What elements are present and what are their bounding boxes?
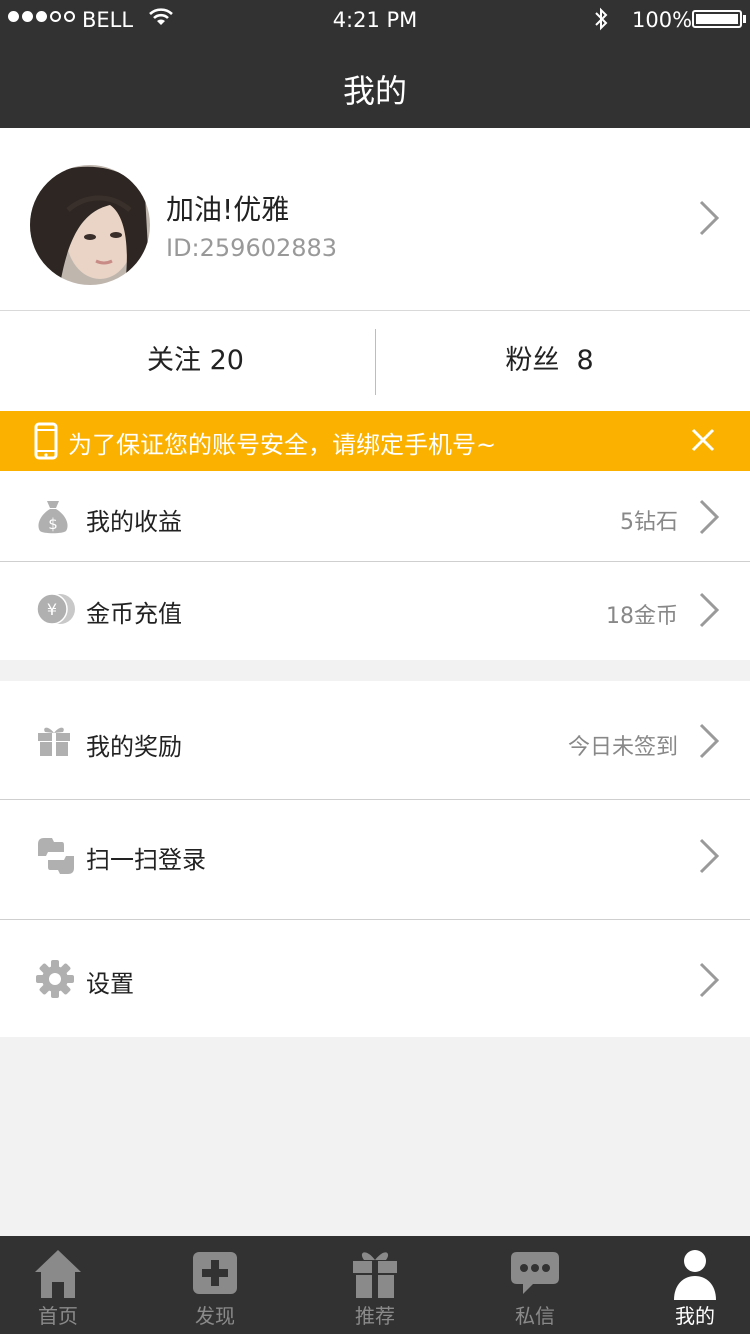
svg-text:¥: ¥	[47, 600, 57, 619]
menu-item-settings[interactable]: 设置	[0, 920, 750, 1037]
menu-item-scan-login[interactable]: 扫一扫登录	[0, 800, 750, 919]
chevron-right-icon	[699, 200, 720, 236]
svg-text:$: $	[48, 515, 58, 533]
profile-card[interactable]: 加油!优雅 ID:259602883	[0, 128, 750, 311]
tab-label: 推荐	[355, 1304, 395, 1328]
phone-icon	[34, 422, 58, 460]
scan-login-label: 扫一扫登录	[86, 846, 206, 874]
battery-icon	[692, 10, 742, 28]
menu-item-recharge[interactable]: ¥ 金币充值 18金币	[0, 562, 750, 660]
menu-item-rewards[interactable]: 我的奖励 今日未签到	[0, 681, 750, 799]
tab-bar: 首页 发现 推荐 私信 我的	[0, 1236, 750, 1334]
chat-bubble-icon	[511, 1252, 559, 1294]
gift-icon	[38, 727, 70, 756]
battery-percentage: 100%	[632, 8, 693, 32]
stats-bar: 关注 20 粉丝 8	[0, 311, 750, 411]
page-title: 我的	[342, 72, 407, 110]
recharge-label: 金币充值	[86, 600, 182, 628]
tab-me[interactable]: 我的	[620, 1236, 750, 1334]
menu-item-earnings[interactable]: $ 我的收益 5钻石	[0, 471, 750, 561]
bluetooth-icon	[595, 7, 608, 31]
tab-home[interactable]: 首页	[0, 1236, 133, 1334]
following-count[interactable]: 关注 20	[8, 311, 383, 411]
tab-label: 我的	[675, 1304, 715, 1328]
chevron-right-icon	[699, 962, 720, 998]
rewards-value: 今日未签到	[567, 735, 678, 760]
top-bar: BELL 4:21 PM 100% 我的	[0, 0, 750, 128]
chevron-right-icon	[699, 592, 720, 628]
plus-box-icon	[193, 1252, 237, 1294]
tab-label: 私信	[515, 1304, 555, 1328]
rewards-label: 我的奖励	[86, 733, 182, 761]
earnings-value: 5钻石	[620, 510, 678, 535]
recharge-value: 18金币	[606, 604, 678, 629]
bind-phone-banner[interactable]: 为了保证您的账号安全，请绑定手机号~	[0, 411, 750, 471]
tab-label: 发现	[195, 1304, 235, 1328]
banner-text: 为了保证您的账号安全，请绑定手机号~	[68, 431, 497, 459]
avatar[interactable]	[30, 165, 150, 285]
tab-messages[interactable]: 私信	[460, 1236, 610, 1334]
scan-icon	[38, 838, 74, 874]
settings-label: 设置	[86, 970, 134, 998]
user-icon	[674, 1250, 716, 1300]
tab-recommend[interactable]: 推荐	[300, 1236, 450, 1334]
chevron-right-icon	[699, 499, 720, 535]
gear-icon	[36, 960, 74, 998]
home-icon	[35, 1250, 81, 1298]
money-bag-icon: $	[38, 501, 68, 534]
nickname: 加油!优雅	[166, 193, 290, 226]
chevron-right-icon	[699, 838, 720, 874]
status-bar: BELL 4:21 PM 100%	[0, 0, 750, 40]
user-id: ID:259602883	[166, 234, 338, 262]
close-icon[interactable]	[690, 427, 716, 453]
earnings-label: 我的收益	[86, 508, 182, 536]
chevron-right-icon	[699, 723, 720, 759]
tab-label: 首页	[38, 1304, 78, 1328]
tab-discover[interactable]: 发现	[140, 1236, 290, 1334]
coin-icon: ¥	[36, 593, 75, 625]
gift-icon	[353, 1252, 397, 1298]
fans-count[interactable]: 粉丝 8	[362, 311, 737, 411]
